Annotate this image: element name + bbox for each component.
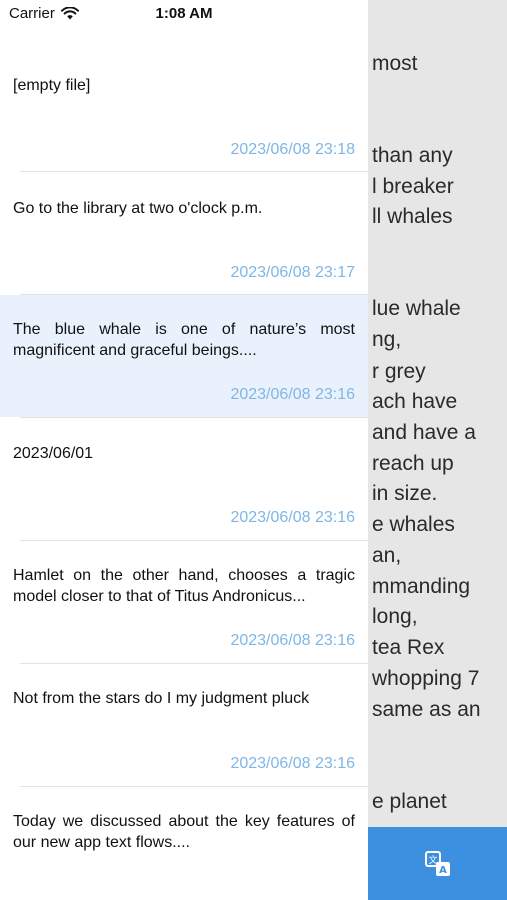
editor-line: lue whale (372, 297, 461, 320)
editor-background-pane: most than any l breaker ll whales lue wh… (368, 0, 507, 900)
note-item[interactable]: 2023/06/01 2023/06/08 23:16 (0, 418, 368, 540)
note-date: 2023/06/08 23:18 (230, 141, 355, 158)
notes-drawer: Carrier 1:08 AM [empty file] 2023/06/08 … (0, 0, 368, 900)
editor-line: e planet (372, 790, 447, 813)
note-date: 2023/06/08 23:16 (230, 755, 355, 772)
svg-text:A: A (439, 865, 447, 876)
note-text: Today we discussed about the key feature… (13, 813, 355, 851)
note-text: The blue whale is one of nature’s most m… (13, 321, 355, 359)
editor-line: l breaker (372, 175, 454, 198)
note-item[interactable]: [empty file] 2023/06/08 23:18 (0, 49, 368, 171)
editor-line: most (372, 52, 418, 75)
note-date: 2023/06/08 23:16 (230, 632, 355, 649)
note-text: [empty file] (13, 77, 91, 94)
status-time: 1:08 AM (155, 5, 213, 22)
note-text: 2023/06/01 (13, 445, 94, 462)
editor-line: ach have (372, 390, 458, 413)
editor-line: in size. (372, 482, 438, 505)
translate-icon: 文 A (424, 850, 450, 876)
translate-button[interactable]: 文 A (368, 827, 507, 900)
editor-line: reach up (372, 452, 454, 475)
note-item[interactable]: Go to the library at two o'clock p.m. 20… (0, 172, 368, 294)
note-date: 2023/06/08 23:17 (230, 264, 355, 281)
note-item-selected[interactable]: The blue whale is one of nature’s most m… (0, 295, 368, 417)
editor-line: and have a (372, 421, 476, 444)
editor-line: e whales (372, 513, 455, 536)
editor-line: r grey (372, 360, 426, 383)
editor-line: ll whales (372, 205, 453, 228)
editor-line: ng, (372, 328, 402, 351)
editor-line: whopping 7 (372, 667, 480, 690)
editor-line: long, (372, 605, 418, 628)
note-item[interactable]: Today we discussed about the key feature… (0, 787, 368, 900)
editor-line: tea Rex (372, 636, 445, 659)
note-date: 2023/06/08 23:16 (230, 386, 355, 403)
note-text: Hamlet on the other hand, chooses a trag… (13, 567, 355, 605)
editor-line: mmanding (372, 575, 471, 598)
note-item[interactable]: Not from the stars do I my judgment pluc… (0, 664, 368, 786)
editor-line: an, (372, 544, 402, 567)
editor-line: than any (372, 144, 453, 167)
note-item[interactable]: Hamlet on the other hand, chooses a trag… (0, 541, 368, 663)
editor-line: same as an (372, 698, 481, 721)
note-text: Not from the stars do I my judgment pluc… (13, 690, 310, 707)
note-date: 2023/06/08 23:16 (230, 509, 355, 526)
note-text: Go to the library at two o'clock p.m. (13, 200, 263, 217)
